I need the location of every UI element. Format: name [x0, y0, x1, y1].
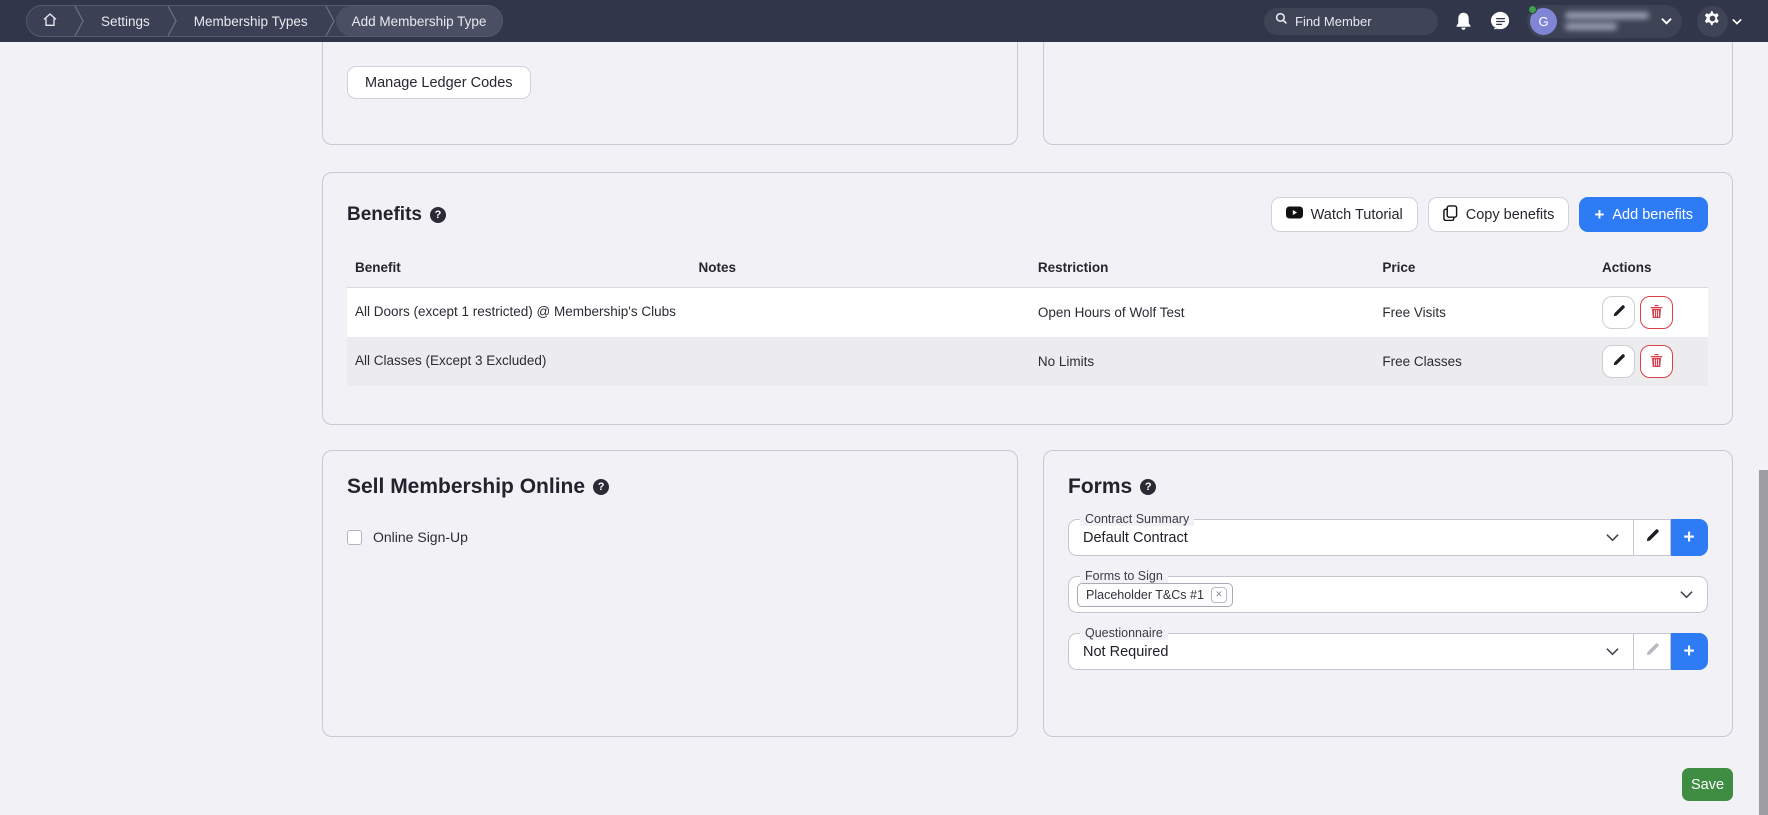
col-notes: Notes: [690, 252, 1029, 288]
edit-benefit-button[interactable]: [1602, 296, 1635, 329]
save-button[interactable]: Save: [1682, 768, 1733, 801]
page-content: Manage Ledger Codes Benefits ? Watch Tut…: [0, 42, 1768, 815]
help-icon[interactable]: ?: [430, 207, 446, 223]
col-restriction: Restriction: [1030, 252, 1374, 288]
chevron-down-icon: [1606, 644, 1619, 660]
questionnaire-label: Questionnaire: [1080, 626, 1168, 640]
benefits-table: Benefit Notes Restriction Price Actions …: [347, 252, 1708, 386]
pencil-icon: [1612, 353, 1626, 370]
navbar-right-cluster: G: [1264, 5, 1742, 38]
search-icon: [1275, 12, 1288, 30]
help-icon[interactable]: ?: [593, 479, 609, 495]
sell-online-title: Sell Membership Online ?: [347, 475, 993, 499]
pencil-icon: [1645, 642, 1660, 662]
gear-icon: [1704, 10, 1721, 32]
price-cell: Free Classes: [1374, 337, 1594, 386]
actions-cell: [1594, 337, 1708, 386]
forms-to-sign-group: Forms to Sign Placeholder T&Cs #1 ✕: [1068, 576, 1708, 613]
actions-cell: [1594, 288, 1708, 338]
restriction-cell: Open Hours of Wolf Test: [1030, 288, 1374, 338]
chevron-down-icon: [1680, 587, 1693, 603]
top-right-card: [1043, 42, 1733, 145]
table-header-row: Benefit Notes Restriction Price Actions: [347, 252, 1708, 288]
forms-to-sign-label: Forms to Sign: [1080, 569, 1168, 583]
benefits-title: Benefits ?: [347, 204, 446, 226]
messages-chat-icon[interactable]: [1489, 10, 1512, 33]
remove-chip-icon[interactable]: ✕: [1211, 587, 1227, 603]
plus-icon: +: [1683, 527, 1694, 549]
breadcrumb-home[interactable]: [27, 6, 73, 36]
breadcrumb-membership-types[interactable]: Membership Types: [178, 6, 324, 36]
online-signup-checkbox[interactable]: [347, 530, 362, 545]
user-account-menu[interactable]: G: [1527, 5, 1682, 38]
find-member-search[interactable]: [1264, 8, 1438, 35]
breadcrumb-separator-icon: [73, 5, 85, 37]
avatar-initial: G: [1538, 14, 1548, 29]
online-status-dot: [1528, 5, 1537, 14]
help-icon[interactable]: ?: [1140, 479, 1156, 495]
forms-title: Forms ?: [1068, 475, 1708, 499]
add-contract-button[interactable]: +: [1671, 519, 1708, 556]
contract-summary-label: Contract Summary: [1080, 512, 1194, 526]
pencil-icon: [1612, 304, 1626, 321]
questionnaire-group: Questionnaire Not Required +: [1068, 633, 1708, 670]
selected-form-chip: Placeholder T&Cs #1 ✕: [1077, 583, 1233, 607]
notes-cell: [690, 337, 1029, 386]
notifications-bell-icon[interactable]: [1453, 11, 1474, 32]
ledger-codes-card: Manage Ledger Codes: [322, 42, 1018, 145]
breadcrumb-separator-icon: [166, 5, 178, 37]
add-questionnaire-button[interactable]: +: [1671, 633, 1708, 670]
search-input[interactable]: [1295, 14, 1427, 29]
plus-icon: +: [1594, 205, 1604, 225]
breadcrumb: Settings Membership Types Add Membership…: [26, 5, 503, 37]
edit-questionnaire-button-disabled: [1634, 633, 1671, 670]
restriction-cell: No Limits: [1030, 337, 1374, 386]
delete-benefit-button[interactable]: [1640, 345, 1673, 378]
forms-card: Forms ? Contract Summary Default Contrac…: [1043, 450, 1733, 737]
benefit-cell: All Doors (except 1 restricted) @ Member…: [347, 288, 690, 338]
add-benefits-button[interactable]: + Add benefits: [1579, 197, 1708, 232]
chevron-down-icon[interactable]: [1732, 12, 1742, 30]
avatar: G: [1530, 8, 1557, 35]
chevron-down-icon: [1606, 530, 1619, 546]
benefit-cell: All Classes (Except 3 Excluded): [347, 337, 690, 386]
watch-tutorial-button[interactable]: Watch Tutorial: [1271, 197, 1418, 232]
price-cell: Free Visits: [1374, 288, 1594, 338]
breadcrumb-settings[interactable]: Settings: [85, 6, 166, 36]
edit-benefit-button[interactable]: [1602, 345, 1635, 378]
top-navbar: Settings Membership Types Add Membership…: [0, 0, 1768, 42]
online-signup-label: Online Sign-Up: [373, 529, 468, 545]
manage-ledger-codes-button[interactable]: Manage Ledger Codes: [347, 66, 531, 99]
notes-cell: [690, 288, 1029, 338]
contract-summary-group: Contract Summary Default Contract +: [1068, 519, 1708, 556]
copy-icon: [1443, 205, 1458, 225]
online-signup-row[interactable]: Online Sign-Up: [347, 529, 993, 545]
breadcrumb-separator-icon: [324, 5, 336, 37]
home-icon: [42, 12, 58, 31]
video-play-icon: [1286, 206, 1303, 223]
copy-benefits-button[interactable]: Copy benefits: [1428, 197, 1570, 232]
edit-contract-button[interactable]: [1634, 519, 1671, 556]
user-name-blurred: [1565, 12, 1649, 30]
settings-gear-button[interactable]: [1697, 6, 1728, 37]
benefits-card: Benefits ? Watch Tutorial Copy benefits: [322, 172, 1733, 425]
col-price: Price: [1374, 252, 1594, 288]
sell-membership-online-card: Sell Membership Online ? Online Sign-Up: [322, 450, 1018, 737]
vertical-scrollbar-thumb[interactable]: [1759, 470, 1768, 815]
plus-icon: +: [1683, 641, 1694, 663]
table-row: All Classes (Except 3 Excluded) No Limit…: [347, 337, 1708, 386]
delete-benefit-button[interactable]: [1640, 296, 1673, 329]
trash-icon: [1650, 304, 1663, 322]
breadcrumb-add-membership-type[interactable]: Add Membership Type: [336, 6, 503, 36]
col-benefit: Benefit: [347, 252, 690, 288]
col-actions: Actions: [1594, 252, 1708, 288]
trash-icon: [1650, 353, 1663, 371]
pencil-icon: [1645, 528, 1660, 548]
table-row: All Doors (except 1 restricted) @ Member…: [347, 288, 1708, 338]
chevron-down-icon: [1661, 12, 1672, 30]
